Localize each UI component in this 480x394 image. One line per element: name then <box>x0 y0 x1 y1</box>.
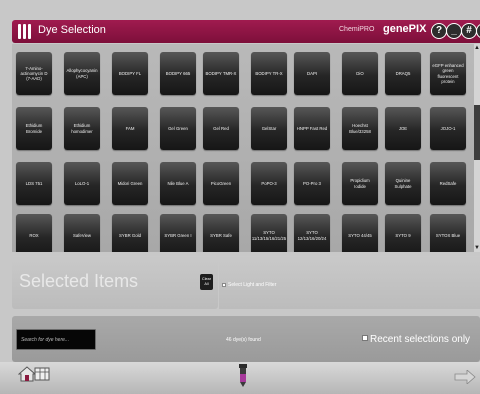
scroll-thumb[interactable] <box>474 105 480 160</box>
dye-button[interactable]: SYTO 9 <box>385 214 421 252</box>
dye-button[interactable]: SafeView <box>64 214 100 252</box>
dye-button[interactable]: Gel Green <box>160 107 196 150</box>
settings-button[interactable]: # <box>461 23 477 39</box>
dye-button[interactable]: Hoechst Blue/33258 <box>342 107 378 150</box>
dye-button[interactable]: JOJO-1 <box>430 107 466 150</box>
dye-button[interactable]: JOE <box>385 107 421 150</box>
dyes-found-count: 46 dye(s) found <box>226 337 261 343</box>
dye-button[interactable]: LoLO-1 <box>64 162 100 205</box>
app-logo-icon <box>18 24 32 39</box>
recent-selections-checkbox[interactable] <box>362 335 368 341</box>
dye-button[interactable]: PoPO-3 <box>251 162 287 205</box>
dye-button[interactable]: DAPI <box>294 52 330 95</box>
selected-items-title: Selected Items <box>19 271 139 291</box>
dye-button[interactable]: SYTOX Blue <box>430 214 466 252</box>
dye-button[interactable]: Ethidium Bromide <box>16 107 52 150</box>
dye-button[interactable]: LDS 751 <box>16 162 52 205</box>
dye-button[interactable]: Midori Green <box>112 162 148 205</box>
dye-grid-scrollbar[interactable]: ▲ ▼ <box>474 44 480 252</box>
scroll-down-arrow-icon[interactable]: ▼ <box>474 244 480 252</box>
dye-button[interactable]: DiO <box>342 52 378 95</box>
close-button[interactable]: X <box>476 23 480 39</box>
help-button[interactable]: ? <box>431 23 447 39</box>
footer-bar <box>0 362 480 394</box>
dye-button[interactable]: HNPP Fast Red <box>294 107 330 150</box>
dye-button[interactable]: GelStar <box>251 107 287 150</box>
light-filter-label: Select Light and Filter <box>228 282 277 288</box>
light-filter-checkbox[interactable] <box>222 283 226 287</box>
tube-icon[interactable] <box>237 364 249 388</box>
dye-button[interactable]: PO-Pro 3 <box>294 162 330 205</box>
dye-button[interactable]: PicoGreen <box>203 162 239 205</box>
dye-button[interactable]: RedSafe <box>430 162 466 205</box>
brand-genepix: genePIX <box>383 23 427 35</box>
dye-button[interactable]: BODIPY FL <box>112 52 148 95</box>
window-title: Dye Selection <box>38 24 106 36</box>
grid-view-icon[interactable] <box>34 366 50 382</box>
next-arrow-icon[interactable] <box>454 370 476 384</box>
dye-button[interactable]: 7-Amino-actinomycin D (7-AAD) <box>16 52 52 95</box>
dye-button[interactable]: SYBR Safe <box>203 214 239 252</box>
dye-button[interactable]: ROX <box>16 214 52 252</box>
light-filter-panel: Select Light and Filter <box>219 256 480 309</box>
brand-chemipro: ChemiPRO <box>339 26 375 33</box>
dye-button[interactable]: Allophycocyanin (APC) <box>64 52 100 95</box>
search-panel: Search for dye here... 46 dye(s) found R… <box>12 316 480 362</box>
dye-search-input[interactable]: Search for dye here... <box>16 329 96 350</box>
dye-button[interactable]: BODIPY TR-X <box>251 52 287 95</box>
dye-button[interactable]: SYTO 44/45 <box>342 214 378 252</box>
dye-button[interactable]: Propidium Iodide <box>342 162 378 205</box>
dye-button[interactable]: BODIPY 665 <box>160 52 196 95</box>
dye-button[interactable]: Gel Red <box>203 107 239 150</box>
scroll-up-arrow-icon[interactable]: ▲ <box>474 44 480 52</box>
dye-button[interactable]: eGFP enhanced green fluorescent protein <box>430 52 466 95</box>
dye-button[interactable]: SYBR Gold <box>112 214 148 252</box>
dye-button[interactable]: Ethidium homodimer <box>64 107 100 150</box>
dye-button[interactable]: DRAQ5 <box>385 52 421 95</box>
app-window: Dye Selection ChemiPRO genePIX ? _ # X 7… <box>0 0 480 394</box>
title-bar: Dye Selection ChemiPRO genePIX ? _ # X <box>12 20 480 43</box>
dye-button[interactable]: SYBR Green I <box>160 214 196 252</box>
recent-selections-label: Recent selections only <box>370 334 471 345</box>
dye-button[interactable]: BODIPY TMR-X <box>203 52 239 95</box>
dye-button[interactable]: FAM <box>112 107 148 150</box>
clear-all-button[interactable]: Clear All <box>200 274 213 290</box>
minimize-button[interactable]: _ <box>446 23 462 39</box>
dye-button[interactable]: Nile Blue A <box>160 162 196 205</box>
dye-button[interactable]: SYTO 12/13/16/20/24 <box>294 214 330 252</box>
dye-grid: 7-Amino-actinomycin D (7-AAD) Allophycoc… <box>12 44 474 252</box>
dye-button[interactable]: SYTO 11/13/15/16/21/25 <box>251 214 287 252</box>
selected-items-panel: Selected Items Clear All <box>12 256 218 309</box>
dye-button[interactable]: Quinine Sulphate <box>385 162 421 205</box>
